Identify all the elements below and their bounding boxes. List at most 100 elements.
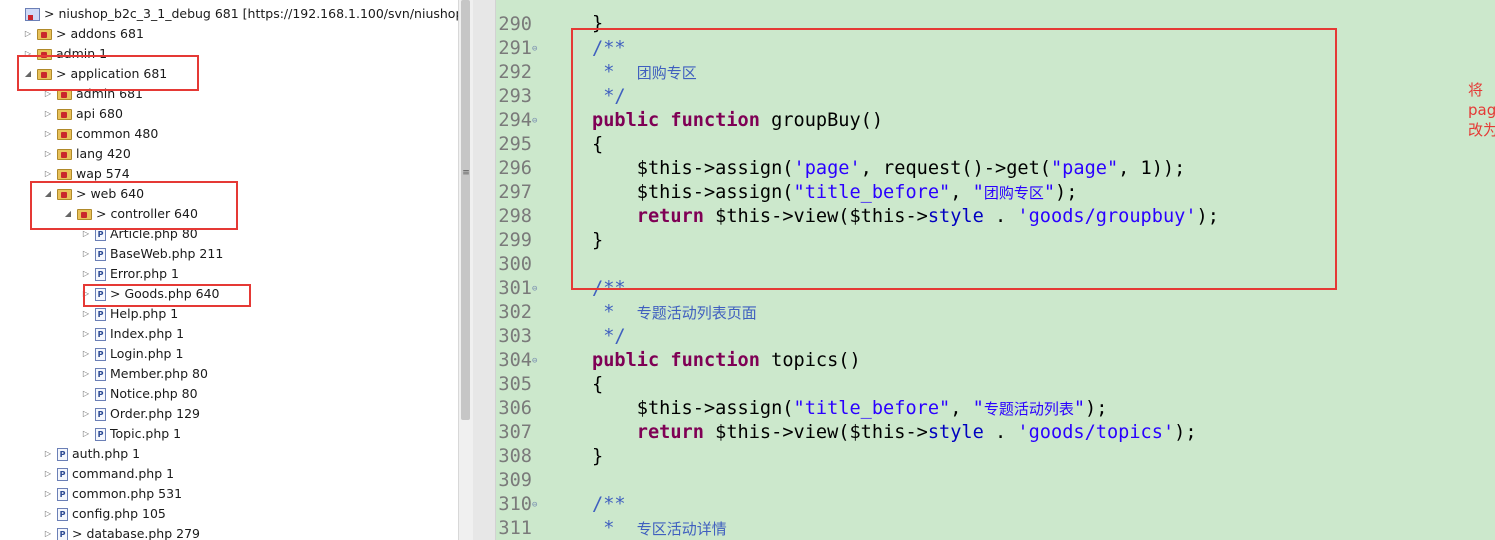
code-text: */ — [592, 326, 626, 347]
tree-scrollbar[interactable]: ≡ — [458, 0, 473, 540]
tree-item-label: Member.php 80 — [110, 366, 208, 381]
collapsed-arrow-icon[interactable]: ▷ — [80, 384, 92, 404]
collapsed-arrow-icon[interactable]: ▷ — [42, 444, 54, 464]
scrollbar-thumb[interactable] — [461, 0, 470, 420]
line-number: 301 — [498, 278, 532, 299]
fold-toggle-icon[interactable]: ⊖ — [532, 349, 537, 373]
code-text: } — [592, 446, 604, 467]
tree-item[interactable]: ▷ P Error.php 1 — [80, 264, 179, 284]
collapsed-arrow-icon[interactable]: ▷ — [42, 524, 54, 540]
collapsed-arrow-icon[interactable]: ▷ — [80, 264, 92, 284]
fold-toggle-icon[interactable]: ⊖ — [532, 37, 537, 61]
line-number: 290 — [498, 14, 532, 35]
code-text: return $this->view($this->style . 'goods… — [636, 422, 1197, 443]
collapsed-arrow-icon[interactable]: ▷ — [80, 344, 92, 364]
tree-item[interactable]: ▷ P Help.php 1 — [80, 304, 178, 324]
code-text: * 专区活动详情 — [592, 518, 727, 539]
line-number: 306 — [498, 398, 532, 419]
tree-item[interactable]: ▷ P Login.php 1 — [80, 344, 184, 364]
highlight-box-groupbuy — [571, 28, 1337, 290]
code-text: { — [592, 374, 604, 395]
line-number: 308 — [498, 446, 532, 467]
line-number: 307 — [498, 422, 532, 443]
highlight-box-web-controller — [30, 181, 238, 230]
tree-item[interactable]: ▷ Pauth.php 1 — [42, 444, 140, 464]
line-number: 299 — [498, 230, 532, 251]
tree-item[interactable]: ▷ P BaseWeb.php 211 — [80, 244, 223, 264]
php-file-icon: P — [57, 507, 68, 521]
tree-item[interactable]: ▷ P Order.php 129 — [80, 404, 200, 424]
line-number: 311 — [498, 518, 532, 539]
highlight-box-application — [17, 55, 199, 91]
tree-item[interactable]: ▷ lang 420 — [42, 144, 131, 164]
tree-item-label: Index.php 1 — [110, 326, 185, 341]
tree-item[interactable]: ▷ P Notice.php 80 — [80, 384, 198, 404]
code-line-partial: } — [592, 13, 604, 34]
collapsed-arrow-icon[interactable]: ▷ — [42, 464, 54, 484]
line-number: 310 — [498, 494, 532, 515]
collapsed-arrow-icon[interactable]: ▷ — [42, 484, 54, 504]
php-file-icon: P — [57, 527, 68, 540]
php-file-icon: P — [95, 367, 106, 381]
folder-icon — [57, 148, 72, 160]
tree-item[interactable]: ▷ P Member.php 80 — [80, 364, 208, 384]
tree-item[interactable]: ▷ Pcommand.php 1 — [42, 464, 174, 484]
collapsed-arrow-icon[interactable]: ▷ — [80, 244, 92, 264]
fold-toggle-icon[interactable]: ⊖ — [532, 109, 537, 133]
folder-icon — [57, 168, 72, 180]
tree-item-label: common 480 — [76, 126, 159, 141]
fold-toggle-icon[interactable]: ⊖ — [532, 277, 537, 301]
tree-item-label: common.php 531 — [72, 486, 183, 501]
folder-icon — [57, 128, 72, 140]
collapsed-arrow-icon[interactable]: ▷ — [42, 124, 54, 144]
line-number: 294 — [498, 110, 532, 131]
tree-item-label: BaseWeb.php 211 — [110, 246, 224, 261]
tree-item-label: Help.php 1 — [110, 306, 179, 321]
tree-item-label: > database.php 279 — [72, 526, 200, 540]
collapsed-arrow-icon[interactable]: ▷ — [42, 104, 54, 124]
line-number: 300 — [498, 254, 532, 275]
tree-item-label: Topic.php 1 — [110, 426, 182, 441]
php-file-icon: P — [95, 347, 106, 361]
folder-icon — [57, 108, 72, 120]
code-text: public function topics() — [592, 350, 861, 371]
folder-icon — [37, 28, 52, 40]
code-editor[interactable]: } 290 291 ⊖/** 292 * 团购专区 293 */294 ⊖ public f… — [496, 0, 1495, 540]
tree-item[interactable]: ▷ Pconfig.php 105 — [42, 504, 166, 524]
php-file-icon: P — [95, 307, 106, 321]
line-number: 305 — [498, 374, 532, 395]
collapsed-arrow-icon[interactable]: ▷ — [42, 144, 54, 164]
tree-item[interactable]: ▷ common 480 — [42, 124, 158, 144]
fold-toggle-icon[interactable]: ⊖ — [532, 493, 537, 517]
tree-item-label: Notice.php 80 — [110, 386, 198, 401]
collapsed-arrow-icon[interactable]: ▷ — [80, 304, 92, 324]
collapsed-arrow-icon[interactable]: ▷ — [42, 504, 54, 524]
tree-item[interactable]: ▷ api 680 — [42, 104, 123, 124]
tree-item[interactable]: ▷ P Index.php 1 — [80, 324, 184, 344]
line-number: 292 — [498, 62, 532, 83]
php-file-icon: P — [57, 467, 68, 481]
collapsed-arrow-icon[interactable]: ▷ — [80, 424, 92, 444]
tree-item-label: api 680 — [76, 106, 123, 121]
tree-item[interactable]: ▷ > addons 681 — [22, 24, 144, 44]
line-number: 297 — [498, 182, 532, 203]
tree-item[interactable]: ▷ Pcommon.php 531 — [42, 484, 182, 504]
collapsed-arrow-icon[interactable]: ▷ — [22, 24, 34, 44]
tree-project-root[interactable]: > niushop_b2c_3_1_debug 681 [https://192… — [22, 4, 458, 24]
php-file-icon: P — [95, 247, 106, 261]
tree-item-label: config.php 105 — [72, 506, 166, 521]
line-number: 298 — [498, 206, 532, 227]
tree-item-label: Order.php 129 — [110, 406, 200, 421]
tree-item[interactable]: ▷ P > database.php 279 — [42, 524, 200, 540]
collapsed-arrow-icon[interactable]: ▷ — [80, 404, 92, 424]
line-number: 295 — [498, 134, 532, 155]
tree-item-label: > addons 681 — [56, 26, 144, 41]
line-number: 291 — [498, 38, 532, 59]
line-number: 309 — [498, 470, 532, 491]
tree-item-label: Login.php 1 — [110, 346, 184, 361]
tree-item-label: Error.php 1 — [110, 266, 180, 281]
collapsed-arrow-icon[interactable]: ▷ — [80, 364, 92, 384]
collapsed-arrow-icon[interactable]: ▷ — [80, 324, 92, 344]
tree-item[interactable]: ▷ P Topic.php 1 — [80, 424, 181, 444]
php-file-icon: P — [57, 487, 68, 501]
